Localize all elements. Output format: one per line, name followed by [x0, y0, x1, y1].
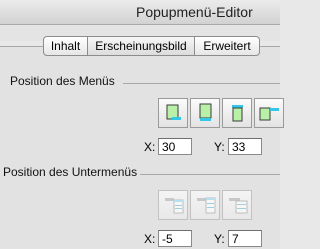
tab-inhalt[interactable]: Inhalt	[43, 36, 88, 56]
menu-x-label: X:	[144, 140, 156, 154]
menu-position-divider	[123, 83, 280, 84]
menu-position-right-button[interactable]	[254, 98, 284, 128]
tab-erscheinungsbild[interactable]: Erscheinungsbild	[88, 36, 195, 56]
submenu-right-icon	[165, 198, 184, 214]
submenu-position-divider	[140, 174, 280, 175]
submenu-right-aligned-icon	[197, 197, 216, 214]
menu-left-bottom-icon	[166, 104, 181, 120]
submenu-x-field[interactable]	[158, 230, 192, 247]
menu-position-above-button[interactable]	[222, 98, 252, 128]
menu-below-icon	[199, 103, 212, 121]
menu-above-icon	[232, 105, 243, 122]
tab-erweitert[interactable]: Erweitert	[195, 36, 260, 56]
title-bar: Popupmenü-Editor	[0, 0, 280, 25]
submenu-position-right-aligned-button[interactable]	[190, 190, 220, 220]
tab-bar: Inhalt Erscheinungsbild Erweitert	[43, 36, 260, 56]
menu-y-label: Y:	[214, 140, 225, 154]
menu-x-field[interactable]	[158, 138, 192, 155]
submenu-top-icon	[229, 198, 248, 214]
submenu-position-right-button[interactable]	[158, 190, 188, 220]
menu-y-field[interactable]	[228, 138, 262, 155]
submenu-y-field[interactable]	[228, 230, 262, 247]
menu-position-left-bottom-button[interactable]	[158, 98, 188, 128]
submenu-position-heading: Position des Untermenüs	[3, 165, 138, 179]
menu-position-below-button[interactable]	[190, 98, 220, 128]
window-title: Popupmenü-Editor	[136, 4, 253, 20]
submenu-x-label: X:	[144, 232, 156, 246]
submenu-position-top-button[interactable]	[222, 190, 252, 220]
submenu-y-label: Y:	[214, 232, 225, 246]
menu-position-heading: Position des Menüs	[10, 74, 115, 88]
menu-right-icon	[259, 107, 279, 121]
